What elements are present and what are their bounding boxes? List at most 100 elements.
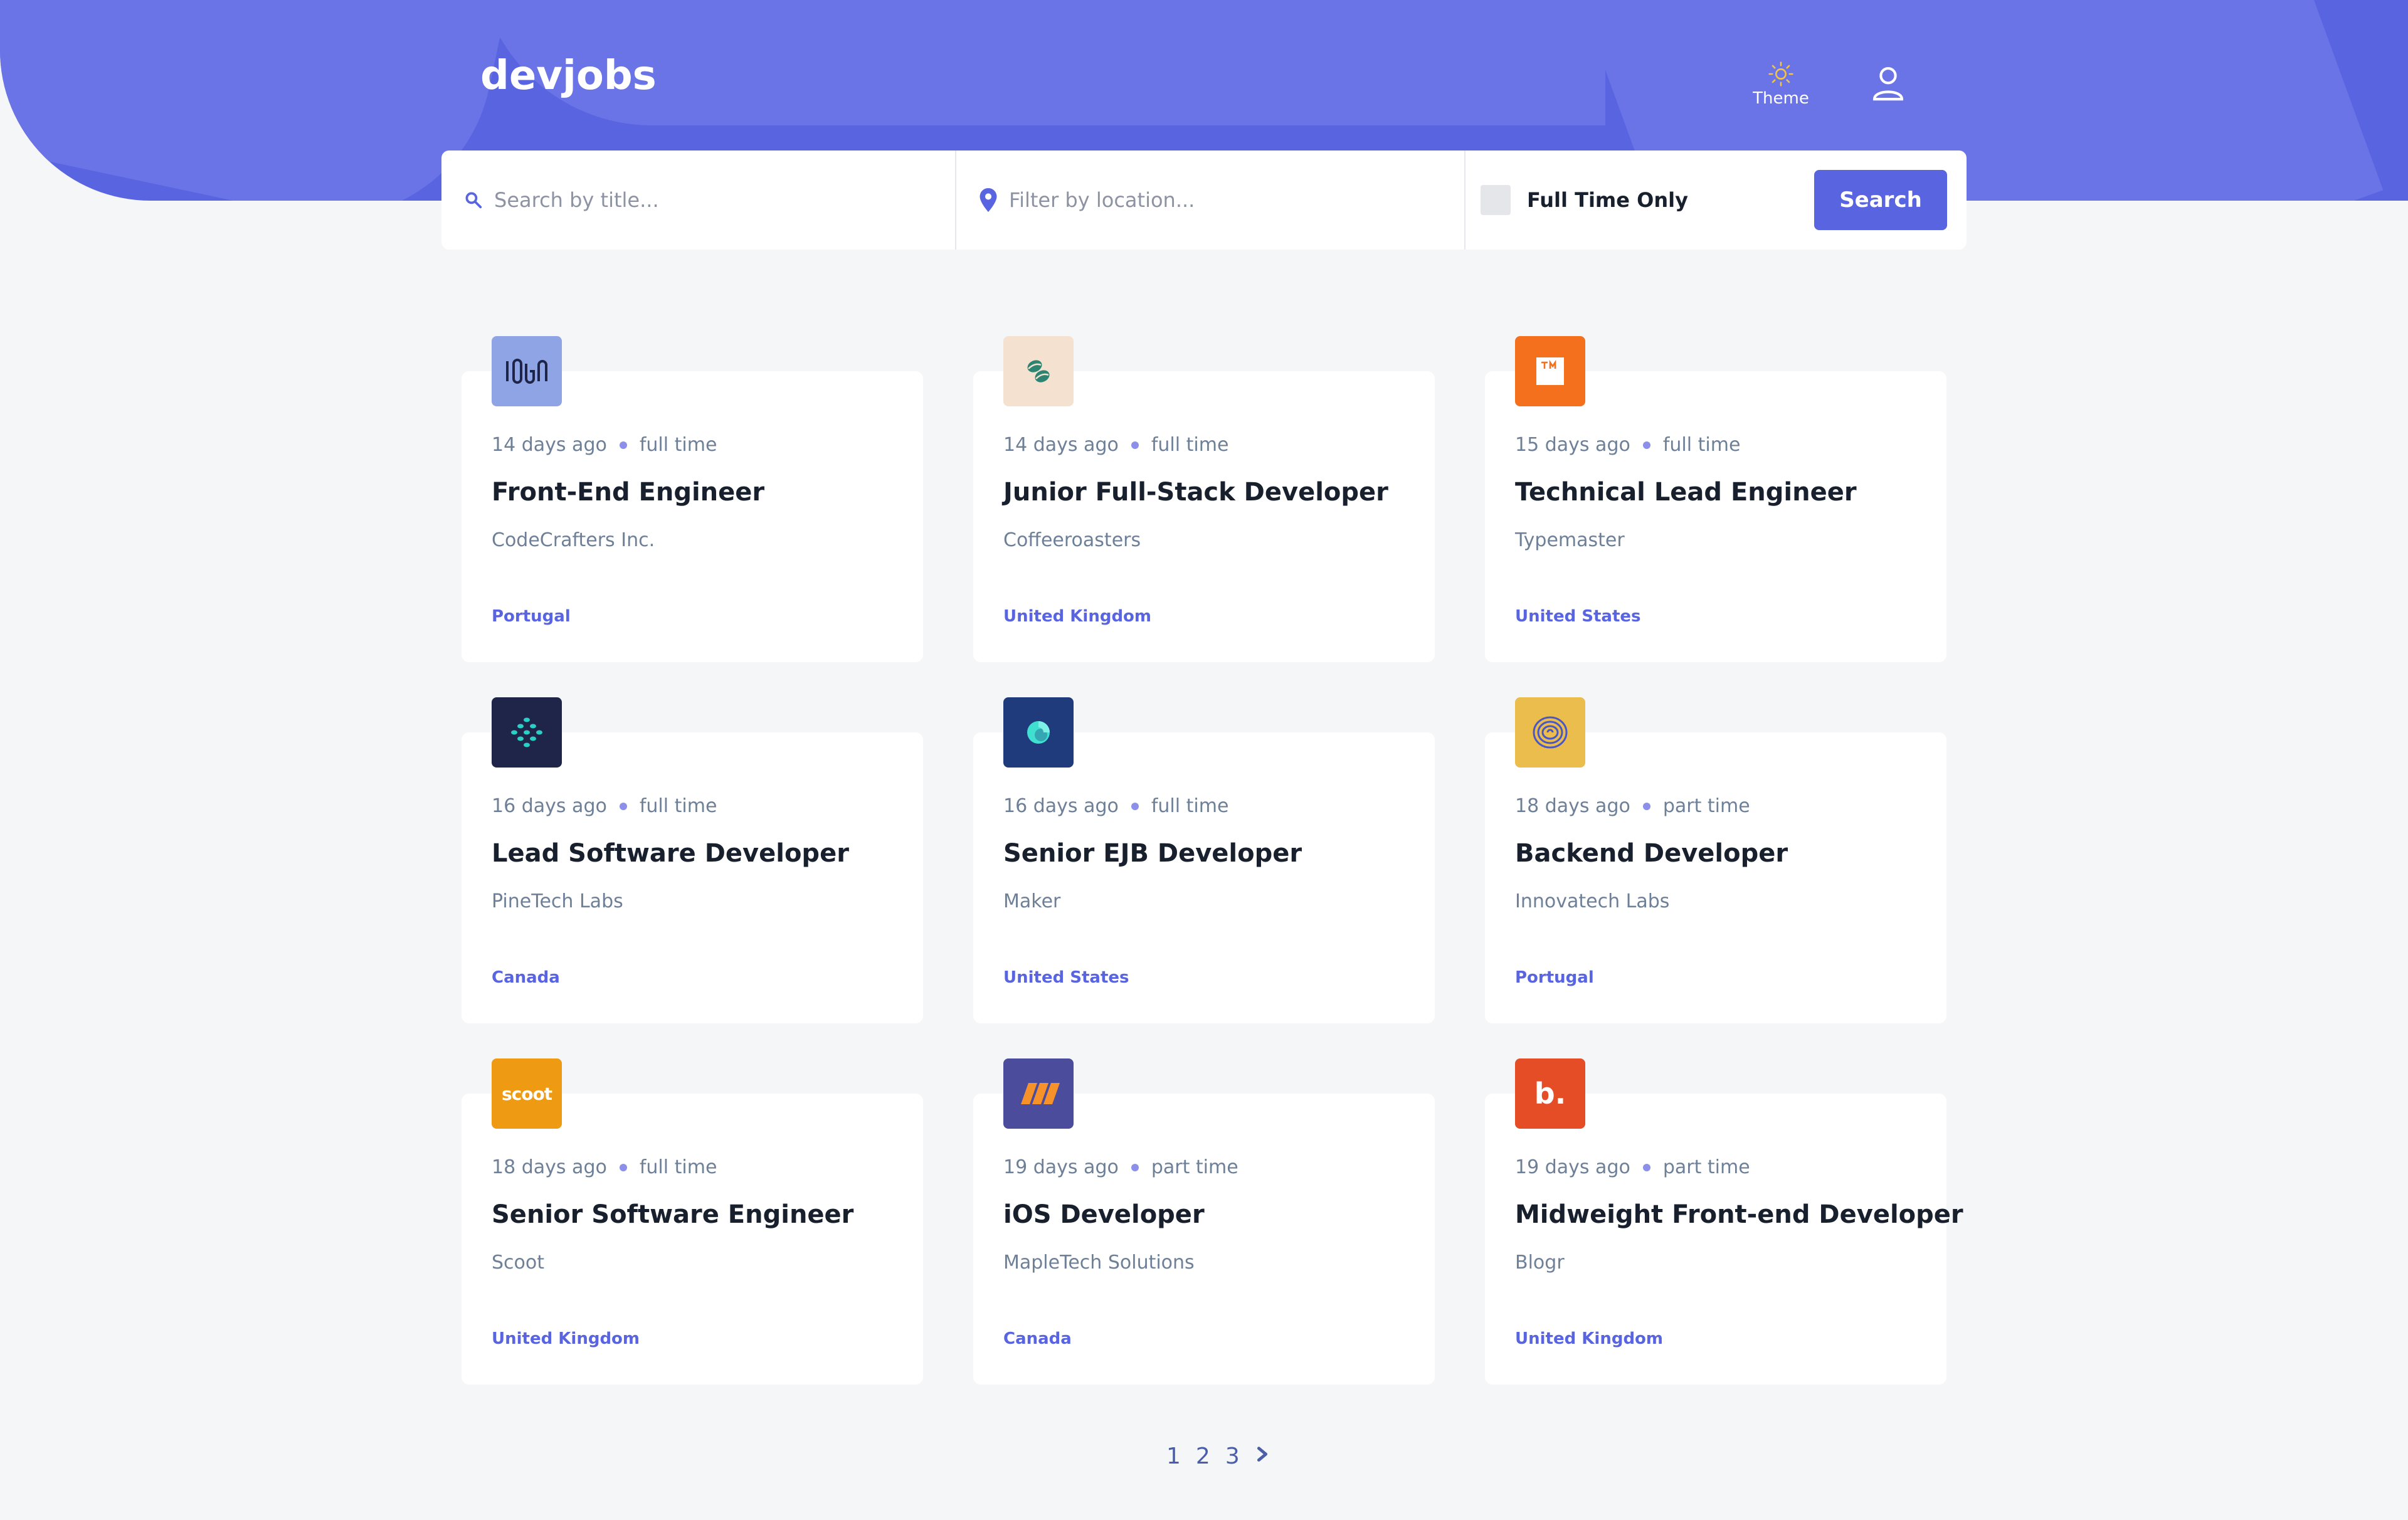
job-meta: 15 days ago full time xyxy=(1515,434,1740,456)
maker-logo-icon xyxy=(1027,721,1050,744)
job-title[interactable]: Front-End Engineer xyxy=(492,478,764,507)
job-location: Canada xyxy=(492,968,560,987)
fulltime-checkbox[interactable] xyxy=(1481,185,1511,215)
job-title[interactable]: Lead Software Developer xyxy=(492,839,849,868)
job-card[interactable]: 14 days ago full time Junior Full-Stack … xyxy=(973,336,1435,662)
company-name: Scoot xyxy=(492,1252,545,1274)
company-logo xyxy=(1515,336,1585,406)
pagination: 1 2 3 xyxy=(1166,1443,1270,1469)
search-button[interactable]: Search xyxy=(1814,170,1947,230)
company-name: Coffeeroasters xyxy=(1003,529,1141,551)
mapletech-logo-icon xyxy=(1021,1083,1060,1104)
contract-type: full time xyxy=(1151,434,1229,456)
posted-at: 16 days ago xyxy=(492,795,607,817)
job-location: Portugal xyxy=(492,607,571,626)
company-name: Innovatech Labs xyxy=(1515,890,1670,912)
separator-dot xyxy=(1131,1163,1139,1171)
job-title[interactable]: Backend Developer xyxy=(1515,839,1788,868)
company-name: Blogr xyxy=(1515,1252,1565,1274)
company-logo: b. xyxy=(1515,1058,1585,1129)
company-logo xyxy=(1003,697,1074,768)
posted-at: 18 days ago xyxy=(1515,795,1630,817)
posted-at: 19 days ago xyxy=(1003,1156,1119,1178)
job-meta: 19 days ago part time xyxy=(1003,1156,1238,1178)
posted-at: 19 days ago xyxy=(1515,1156,1630,1178)
job-title[interactable]: Technical Lead Engineer xyxy=(1515,478,1857,507)
page-link-1[interactable]: 1 xyxy=(1166,1443,1181,1469)
job-location: United States xyxy=(1515,607,1641,626)
posted-at: 18 days ago xyxy=(492,1156,607,1178)
contract-type: full time xyxy=(639,1156,717,1178)
contract-type: full time xyxy=(639,434,717,456)
theme-label: Theme xyxy=(1753,89,1809,108)
job-title[interactable]: Senior EJB Developer xyxy=(1003,839,1302,868)
company-logo xyxy=(492,336,562,406)
separator-dot xyxy=(1131,441,1139,449)
job-location: Canada xyxy=(1003,1329,1072,1348)
job-title[interactable]: iOS Developer xyxy=(1003,1200,1205,1229)
typemaster-logo-icon xyxy=(1536,357,1564,385)
separator-dot xyxy=(1642,441,1650,449)
job-card[interactable]: 19 days ago part time iOS Developer Mapl… xyxy=(973,1058,1435,1385)
search-bar: Full Time Only Search xyxy=(441,150,1967,250)
separator-dot xyxy=(619,802,627,810)
company-name: CodeCrafters Inc. xyxy=(492,529,655,551)
contract-type: full time xyxy=(639,795,717,817)
job-card[interactable]: 16 days ago full time Lead Software Deve… xyxy=(462,697,923,1023)
fulltime-label[interactable]: Full Time Only xyxy=(1527,188,1688,212)
chevron-right-icon xyxy=(1257,1447,1267,1462)
company-logo xyxy=(492,697,562,768)
logo[interactable]: devjobs xyxy=(480,53,657,99)
profile-button[interactable] xyxy=(1869,63,1913,107)
location-filter-field xyxy=(956,150,1465,250)
page-link-3[interactable]: 3 xyxy=(1225,1443,1240,1469)
company-logo: scoot xyxy=(492,1058,562,1129)
theme-toggle-button[interactable]: Theme xyxy=(1750,60,1812,110)
sun-icon xyxy=(1768,61,1793,87)
blogr-logo-text: b. xyxy=(1534,1077,1566,1111)
next-page-button[interactable] xyxy=(1255,1443,1270,1469)
company-name: PineTech Labs xyxy=(492,890,623,912)
job-card[interactable]: 18 days ago part time Backend Developer … xyxy=(1485,697,1946,1023)
posted-at: 16 days ago xyxy=(1003,795,1119,817)
job-title[interactable]: Senior Software Engineer xyxy=(492,1200,853,1229)
title-search-field xyxy=(441,150,956,250)
contract-type: part time xyxy=(1151,1156,1238,1178)
separator-dot xyxy=(1131,802,1139,810)
contract-type: full time xyxy=(1151,795,1229,817)
pinetech-logo-icon xyxy=(511,717,542,747)
company-name: MapleTech Solutions xyxy=(1003,1252,1195,1274)
separator-dot xyxy=(619,1163,627,1171)
separator-dot xyxy=(1642,802,1650,810)
job-card[interactable]: 16 days ago full time Senior EJB Develop… xyxy=(973,697,1435,1023)
title-search-input[interactable] xyxy=(494,188,933,212)
job-location: Portugal xyxy=(1515,968,1594,987)
job-location: United Kingdom xyxy=(492,1329,640,1348)
job-meta: 19 days ago part time xyxy=(1515,1156,1750,1178)
fulltime-filter: Full Time Only xyxy=(1465,150,1814,250)
separator-dot xyxy=(619,441,627,449)
contract-type: part time xyxy=(1662,1156,1750,1178)
company-logo xyxy=(1515,697,1585,768)
job-card[interactable]: scoot 18 days ago full time Senior Softw… xyxy=(462,1058,923,1385)
separator-dot xyxy=(1642,1163,1650,1171)
job-location: United Kingdom xyxy=(1515,1329,1664,1348)
job-card[interactable]: 14 days ago full time Front-End Engineer… xyxy=(462,336,923,662)
company-name: Typemaster xyxy=(1515,529,1625,551)
innovatech-logo-icon xyxy=(1533,716,1568,749)
search-icon xyxy=(465,192,482,209)
coffeeroasters-logo-icon xyxy=(1027,360,1050,383)
location-filter-input[interactable] xyxy=(1009,188,1448,212)
scoot-logo-text: scoot xyxy=(501,1083,552,1104)
posted-at: 15 days ago xyxy=(1515,434,1630,456)
location-pin-icon xyxy=(980,188,997,212)
job-title[interactable]: Midweight Front-end Developer xyxy=(1515,1200,1963,1229)
page-link-2[interactable]: 2 xyxy=(1196,1443,1210,1469)
job-title[interactable]: Junior Full-Stack Developer xyxy=(1003,478,1388,507)
contract-type: full time xyxy=(1662,434,1741,456)
company-logo xyxy=(1003,1058,1074,1129)
company-name: Maker xyxy=(1003,890,1061,912)
job-card[interactable]: 15 days ago full time Technical Lead Eng… xyxy=(1485,336,1946,662)
job-location: United States xyxy=(1003,968,1129,987)
job-card[interactable]: b. 19 days ago part time Midweight Front… xyxy=(1485,1058,1963,1385)
